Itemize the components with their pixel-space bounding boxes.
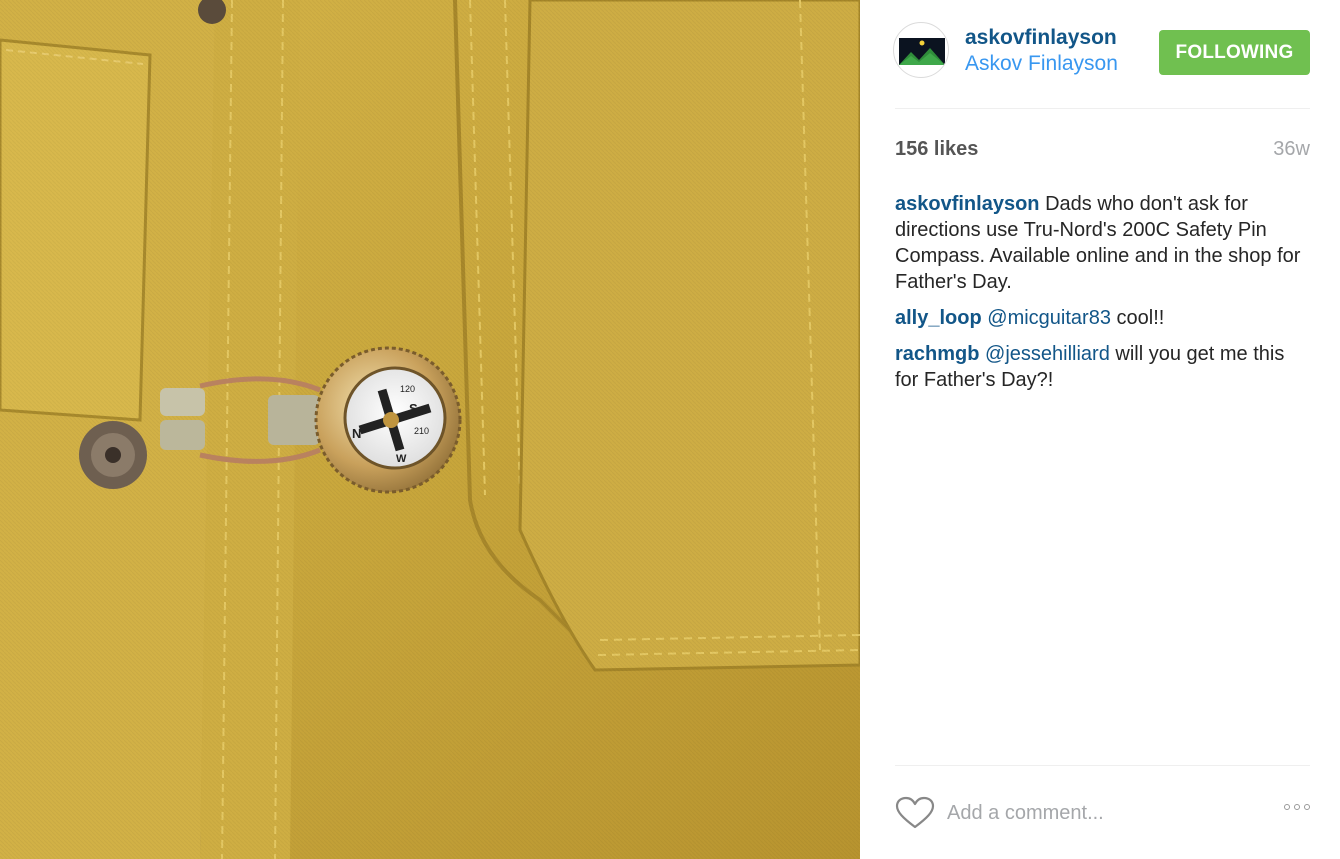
comment-bar [895, 790, 1310, 838]
heart-icon[interactable] [895, 796, 935, 830]
add-comment-input[interactable] [947, 796, 1247, 830]
comment-username-link[interactable]: ally_loop [895, 307, 982, 329]
svg-text:120: 120 [400, 384, 415, 394]
comment-item: rachmgb @jessehilliard will you get me t… [895, 341, 1310, 393]
footer-divider [895, 765, 1310, 766]
dot [1294, 804, 1300, 810]
comment-text: cool!! [1116, 307, 1165, 329]
caption: askovfinlayson Dads who don't ask for di… [895, 191, 1310, 295]
comments-list: askovfinlayson Dads who don't ask for di… [895, 191, 1310, 403]
comment-mention-link[interactable]: @micguitar83 [987, 307, 1111, 329]
svg-text:N: N [352, 426, 361, 441]
avatar[interactable] [893, 22, 949, 78]
header-divider [895, 108, 1310, 109]
svg-text:W: W [396, 453, 407, 465]
author-username-link[interactable]: askovfinlayson [965, 26, 1117, 50]
more-options-icon[interactable] [1284, 804, 1310, 810]
svg-text:S: S [409, 401, 418, 416]
caption-username-link[interactable]: askovfinlayson [895, 193, 1040, 215]
dot [1284, 804, 1290, 810]
post-age[interactable]: 36w [1273, 138, 1310, 161]
svg-text:210: 210 [414, 426, 429, 436]
likes-count[interactable]: 156 likes [895, 138, 978, 161]
comment-mention-link[interactable]: @jessehilliard [985, 343, 1110, 365]
comment-item: ally_loop @micguitar83 cool!! [895, 305, 1310, 331]
following-button[interactable]: FOLLOWING [1159, 30, 1310, 75]
post-side-panel: askovfinlayson Askov Finlayson FOLLOWING… [860, 0, 1340, 859]
post-header: askovfinlayson Askov Finlayson FOLLOWING [893, 22, 1310, 82]
comment-username-link[interactable]: rachmgb [895, 343, 979, 365]
author-full-name[interactable]: Askov Finlayson [965, 52, 1118, 76]
post-photo[interactable]: N S 210 120 W [0, 0, 860, 859]
jacket-compass-image: N S 210 120 W [0, 0, 860, 859]
mountain-logo-icon [899, 38, 945, 65]
dot [1304, 804, 1310, 810]
